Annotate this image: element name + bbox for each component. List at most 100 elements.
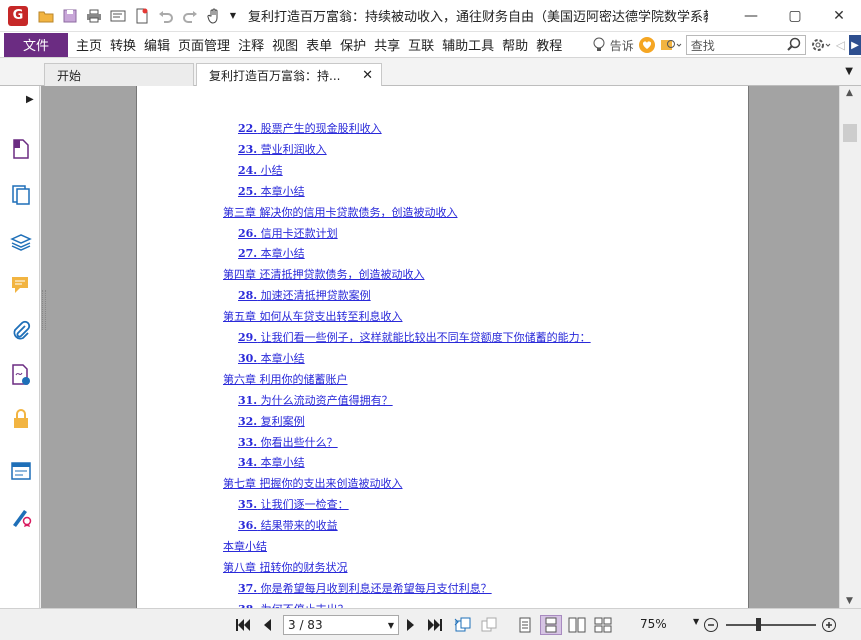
toc-chapter-heading[interactable]: 第五章 如何从车贷支出转至利息收入 xyxy=(223,308,403,324)
pdf-page: 22. 股票产生的现金股利收入 23. 营业利润收入 24. 小结 25. 本章小结第… xyxy=(136,86,749,608)
restore-button[interactable]: ▢ xyxy=(773,0,817,32)
minimize-button[interactable]: — xyxy=(729,0,773,32)
menu-accessibility[interactable]: 辅助工具 xyxy=(438,35,498,54)
first-page-icon[interactable] xyxy=(234,616,252,634)
toc-entry[interactable]: 27. 本章小结 xyxy=(238,245,305,261)
search-icon[interactable] xyxy=(787,37,801,54)
next-page-icon[interactable] xyxy=(402,616,420,634)
toc-entry[interactable]: 38. 为何不停止支出？ xyxy=(238,601,349,608)
menu-view[interactable]: 视图 xyxy=(268,35,302,54)
feedback-icon[interactable] xyxy=(638,36,656,54)
signatures-icon[interactable] xyxy=(10,364,32,386)
menu-edit[interactable]: 编辑 xyxy=(140,35,174,54)
continuous-view-icon[interactable] xyxy=(540,615,562,635)
file-menu-button[interactable]: 文件 xyxy=(4,32,68,57)
toc-entry[interactable]: 33. 你看出些什么？ xyxy=(238,434,338,450)
certify-pen-icon[interactable] xyxy=(10,506,32,528)
page-number-input[interactable]: 3 / 83 ▼ xyxy=(283,615,399,635)
zoom-in-icon[interactable] xyxy=(820,616,838,634)
previous-page-icon[interactable] xyxy=(258,616,276,634)
next-view-icon[interactable] xyxy=(478,615,500,635)
menu-help[interactable]: 帮助 xyxy=(498,35,532,54)
close-button[interactable]: ✕ xyxy=(817,0,861,32)
toc-entry[interactable]: 24. 小结 xyxy=(238,162,283,178)
open-folder-icon[interactable] xyxy=(36,6,56,26)
attachments-icon[interactable] xyxy=(10,320,32,342)
undo-icon[interactable] xyxy=(156,6,176,26)
menu-comment[interactable]: 注释 xyxy=(234,35,268,54)
last-page-icon[interactable] xyxy=(426,616,444,634)
redo-icon[interactable] xyxy=(180,6,200,26)
toc-entry[interactable]: 32. 复利案例 xyxy=(238,413,305,429)
menu-form[interactable]: 表单 xyxy=(302,35,336,54)
menu-share[interactable]: 共享 xyxy=(370,35,404,54)
settings-icon[interactable] xyxy=(810,37,832,53)
pages-icon[interactable] xyxy=(10,184,32,206)
toc-chapter-heading[interactable]: 第三章 解决你的信用卡贷款债务，创造被动收入 xyxy=(223,204,458,220)
zoom-out-icon[interactable] xyxy=(702,616,720,634)
app-logo-icon[interactable]: G xyxy=(8,5,28,26)
previous-view-icon[interactable] xyxy=(452,615,474,635)
toc-entry-text: 股票产生的现金股利收入 xyxy=(260,122,382,135)
toc-entry[interactable]: 36. 结果带来的收益 xyxy=(238,517,338,533)
zoom-level[interactable]: 75% xyxy=(640,617,667,631)
scrollbar-thumb[interactable] xyxy=(843,124,857,142)
toc-entry[interactable]: 35. 让我们逐一检查： xyxy=(238,496,349,512)
expand-panel-icon[interactable]: ▶ xyxy=(26,94,34,105)
search-input[interactable]: 查找 xyxy=(685,35,806,55)
toc-entry[interactable]: 22. 股票产生的现金股利收入 xyxy=(238,120,382,136)
save-icon[interactable] xyxy=(60,6,80,26)
hand-tool-icon[interactable] xyxy=(204,6,224,26)
continuous-facing-view-icon[interactable] xyxy=(592,615,614,635)
security-lock-icon[interactable] xyxy=(10,408,32,430)
toc-entry[interactable]: 31. 为什么流动资产值得拥有？ xyxy=(238,392,393,408)
toc-entry[interactable]: 37. 你是希望每月收到利息还是希望每月支付利息？ xyxy=(238,580,492,596)
menu-protect[interactable]: 保护 xyxy=(336,35,370,54)
toc-chapter-heading[interactable]: 第七章 把握你的支出来创造被动收入 xyxy=(223,475,403,491)
panel-resize-grip[interactable] xyxy=(42,290,46,330)
vertical-scrollbar[interactable]: ▲ ▼ xyxy=(839,86,861,608)
menu-tutorial[interactable]: 教程 xyxy=(532,35,566,54)
layers-icon[interactable] xyxy=(10,230,32,252)
quick-access-dropdown-icon[interactable]: ▼ xyxy=(228,6,238,26)
page-thumbnails-icon[interactable] xyxy=(10,138,32,160)
tab-document[interactable]: 复利打造百万富翁：持... ✕ xyxy=(196,63,382,87)
menu-organize[interactable]: 页面管理 xyxy=(174,35,234,54)
menu-home[interactable]: 主页 xyxy=(72,35,106,54)
toc-chapter-heading[interactable]: 第六章 利用你的储蓄账户 xyxy=(223,371,348,387)
page-dropdown-icon[interactable]: ▼ xyxy=(388,621,394,630)
print-icon[interactable] xyxy=(84,6,104,26)
tab-list-dropdown-icon[interactable]: ▼ xyxy=(845,66,853,77)
tell-me-label[interactable]: 告诉 xyxy=(610,37,634,54)
ribbon-forward-icon[interactable]: ▶ xyxy=(849,35,861,55)
toc-entry[interactable]: 34. 本章小结 xyxy=(238,454,305,470)
document-viewport[interactable]: 22. 股票产生的现金股利收入 23. 营业利润收入 24. 小结 25. 本章小结第… xyxy=(41,86,839,608)
single-page-view-icon[interactable] xyxy=(514,615,536,635)
menu-connect[interactable]: 互联 xyxy=(404,35,438,54)
toc-entry[interactable]: 23. 营业利润收入 xyxy=(238,141,327,157)
zoom-slider-track[interactable] xyxy=(726,624,816,626)
toc-chapter-heading[interactable]: 第八章 扭转你的财务状况 xyxy=(223,559,348,575)
new-document-icon[interactable] xyxy=(132,6,152,26)
zoom-slider-thumb[interactable] xyxy=(756,618,761,631)
scroll-down-icon[interactable]: ▼ xyxy=(846,596,853,606)
content-panel-icon[interactable] xyxy=(10,460,32,482)
facing-view-icon[interactable] xyxy=(566,615,588,635)
zoom-dropdown-icon[interactable]: ▼ xyxy=(693,617,699,626)
find-options-icon[interactable] xyxy=(660,37,682,53)
toc-entry[interactable]: 25. 本章小结 xyxy=(238,183,305,199)
toc-chapter-heading[interactable]: 第四章 还清抵押贷款债务，创造被动收入 xyxy=(223,266,425,282)
properties-icon[interactable] xyxy=(108,6,128,26)
toc-entry[interactable]: 29. 让我们看一些例子，这样就能比较出不同车贷额度下你储蓄的能力： xyxy=(238,329,591,345)
scroll-up-icon[interactable]: ▲ xyxy=(846,88,853,98)
comments-icon[interactable] xyxy=(10,274,32,296)
toc-entry[interactable]: 28. 加速还清抵押贷款案例 xyxy=(238,287,371,303)
toc-entry[interactable]: 30. 本章小结 xyxy=(238,350,305,366)
lightbulb-icon[interactable] xyxy=(592,37,606,53)
ribbon-back-icon[interactable]: ◁ xyxy=(836,38,845,52)
toc-chapter-heading[interactable]: 本章小结 xyxy=(223,538,267,554)
menu-convert[interactable]: 转换 xyxy=(106,35,140,54)
tab-start[interactable]: 开始 xyxy=(44,63,194,86)
tab-close-icon[interactable]: ✕ xyxy=(362,68,373,83)
toc-entry[interactable]: 26. 信用卡还款计划 xyxy=(238,225,338,241)
